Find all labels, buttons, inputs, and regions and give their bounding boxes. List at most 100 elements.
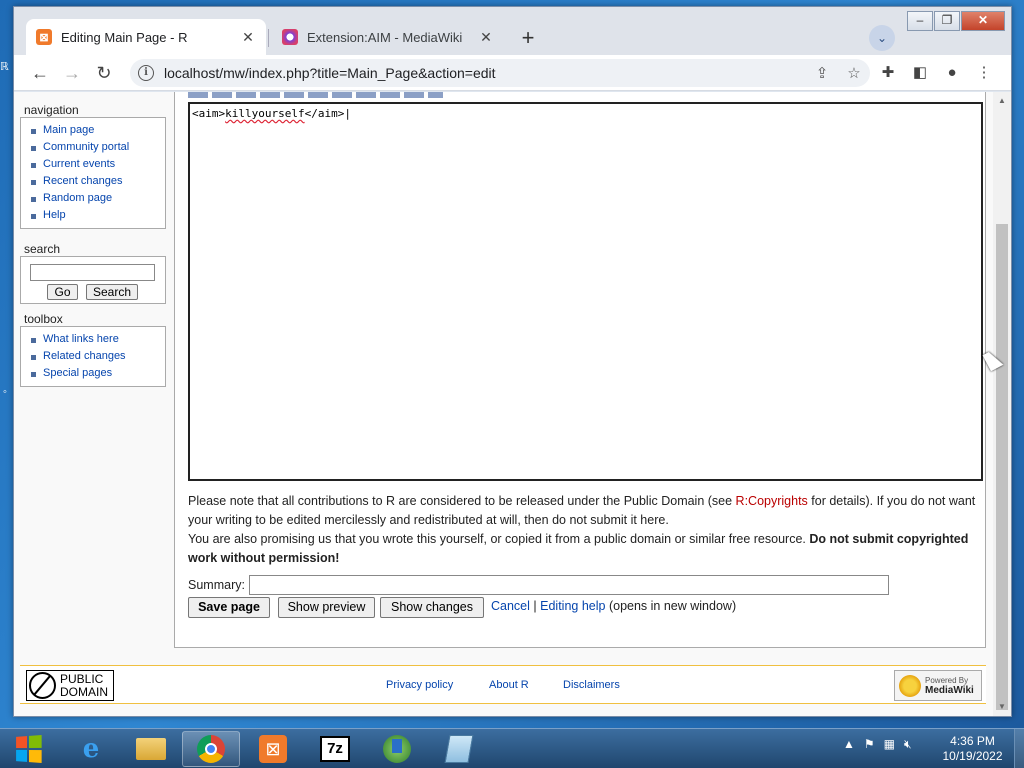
- nav-main-page[interactable]: Main page: [21, 122, 165, 139]
- search-heading: search: [24, 242, 61, 256]
- copyrights-link[interactable]: R:Copyrights: [736, 494, 808, 508]
- windows-taskbar: e ⊠ 7z ▲ ⚑ ▦ 🔇︎ 4:36 PM 10/19/2022: [0, 728, 1024, 768]
- go-button[interactable]: Go: [47, 284, 78, 300]
- wikitext-editor[interactable]: <aim>killyourself</aim>|: [188, 102, 983, 481]
- pd-line1: PUBLIC: [60, 671, 104, 686]
- menu-kebab-icon[interactable]: ⋮: [974, 63, 994, 83]
- system-clock[interactable]: 4:36 PM 10/19/2022: [935, 734, 1010, 764]
- editing-help-link[interactable]: Editing help: [540, 599, 605, 613]
- search-portlet: Go Search: [20, 256, 166, 304]
- back-arrow-icon[interactable]: ←: [28, 61, 52, 85]
- scroll-down-arrow-icon[interactable]: ▼: [993, 698, 1011, 716]
- browser-toolbar: ← → ↻ i localhost/mw/index.php?title=Mai…: [14, 55, 1011, 91]
- tab-editing-main-page[interactable]: ⊠ Editing Main Page - R ✕: [26, 19, 266, 55]
- 7zip-icon[interactable]: 7z: [306, 731, 364, 767]
- page-footer: PUBLIC DOMAIN Privacy policy About R Disc…: [20, 665, 986, 704]
- close-window-button[interactable]: ✕: [961, 11, 1005, 31]
- mediawiki-sunflower-icon: [899, 674, 921, 697]
- tab-extension-aim[interactable]: Extension:AIM - MediaWiki ✕: [272, 19, 504, 55]
- nav-help[interactable]: Help: [21, 207, 165, 224]
- show-hidden-icons-icon[interactable]: ▲: [843, 737, 855, 752]
- search-button[interactable]: Search: [86, 284, 138, 300]
- side-panel-icon[interactable]: ◧: [910, 63, 930, 83]
- close-tab-icon[interactable]: ✕: [240, 29, 256, 46]
- maximize-button[interactable]: ❐: [934, 11, 960, 31]
- notice-text: Please note that all contributions to R …: [188, 494, 736, 508]
- bookmark-star-icon[interactable]: ☆: [838, 64, 870, 82]
- tab-strip: ⊠ Editing Main Page - R ✕ Extension:AIM …: [14, 7, 1011, 55]
- disclaimers-link[interactable]: Disclaimers: [563, 679, 620, 691]
- scroll-thumb[interactable]: [996, 224, 1008, 710]
- desktop-fragment: ◦: [3, 386, 7, 398]
- edit-links: Cancel | Editing help (opens in new wind…: [491, 599, 736, 613]
- mediawiki-favicon-icon: [282, 29, 298, 45]
- file-explorer-icon[interactable]: [122, 731, 180, 767]
- start-button[interactable]: [2, 730, 54, 768]
- editor-text-open-tag: <aim>: [192, 107, 226, 120]
- download-manager-icon[interactable]: [368, 731, 426, 767]
- chrome-icon[interactable]: [182, 731, 240, 767]
- editor-text-body: killyourself: [225, 107, 305, 120]
- save-page-button[interactable]: Save page: [188, 597, 270, 618]
- reload-icon[interactable]: ↻: [92, 61, 116, 85]
- windows-logo-icon: [16, 735, 42, 763]
- xampp-favicon-icon: ⊠: [36, 29, 52, 45]
- toolbox-heading: toolbox: [24, 312, 63, 326]
- close-tab-icon[interactable]: ✕: [478, 29, 494, 46]
- network-icon[interactable]: ▦: [884, 737, 895, 752]
- url-text[interactable]: localhost/mw/index.php?title=Main_Page&a…: [164, 65, 806, 81]
- clock-time: 4:36 PM: [950, 734, 995, 748]
- nav-recent-changes[interactable]: Recent changes: [21, 173, 165, 190]
- editor-text-close-tag: </aim>: [304, 107, 345, 120]
- tab-title: Editing Main Page - R: [61, 29, 188, 45]
- internet-explorer-icon[interactable]: e: [62, 731, 120, 767]
- share-icon[interactable]: ⇪: [806, 64, 838, 82]
- show-preview-button[interactable]: Show preview: [278, 597, 375, 618]
- forward-arrow-icon[interactable]: →: [60, 61, 84, 85]
- tab-search-chevron-icon[interactable]: ⌄: [869, 25, 895, 51]
- site-info-icon[interactable]: i: [138, 65, 154, 81]
- edit-toolbar[interactable]: [188, 92, 443, 98]
- show-changes-button[interactable]: Show changes: [380, 597, 484, 618]
- show-desktop-button[interactable]: [1014, 729, 1024, 768]
- copyright-notice: Please note that all contributions to R …: [188, 492, 978, 568]
- extensions-puzzle-icon[interactable]: ✚: [878, 63, 898, 83]
- nav-community-portal[interactable]: Community portal: [21, 139, 165, 156]
- scroll-up-arrow-icon[interactable]: ▲: [993, 92, 1011, 110]
- privacy-policy-link[interactable]: Privacy policy: [386, 679, 453, 691]
- page-scrollbar[interactable]: ▲ ▼: [993, 92, 1011, 716]
- volume-muted-icon[interactable]: 🔇︎: [904, 737, 912, 752]
- tab-separator: [268, 29, 269, 47]
- content-area: <aim>killyourself</aim>| Please note tha…: [174, 92, 986, 648]
- public-domain-icon: [29, 672, 56, 699]
- mw-small: Powered By: [925, 675, 969, 685]
- tool-special-pages[interactable]: Special pages: [21, 365, 165, 382]
- pd-line2: DOMAIN: [60, 684, 108, 699]
- xampp-icon[interactable]: ⊠: [244, 731, 302, 767]
- search-input[interactable]: [30, 264, 155, 281]
- text-cursor: |: [344, 107, 351, 120]
- new-tab-button[interactable]: +: [514, 25, 542, 53]
- summary-label: Summary:: [188, 578, 245, 592]
- tool-related-changes[interactable]: Related changes: [21, 348, 165, 365]
- nav-current-events[interactable]: Current events: [21, 156, 165, 173]
- toolbox-portlet: What links here Related changes Special …: [20, 326, 166, 387]
- powered-by-mediawiki-badge[interactable]: Powered By MediaWiki: [894, 670, 982, 701]
- navigation-heading: navigation: [24, 103, 79, 117]
- summary-input[interactable]: [249, 575, 889, 595]
- action-center-flag-icon[interactable]: ⚑: [864, 737, 875, 752]
- wiki-page: navigation Main page Community portal Cu…: [14, 92, 993, 716]
- address-bar[interactable]: i localhost/mw/index.php?title=Main_Page…: [130, 59, 870, 87]
- navigation-portlet: Main page Community portal Current event…: [20, 117, 166, 229]
- nav-random-page[interactable]: Random page: [21, 190, 165, 207]
- mw-big: MediaWiki: [925, 684, 974, 696]
- public-domain-logo[interactable]: PUBLIC DOMAIN: [26, 670, 114, 701]
- notepad-icon[interactable]: [430, 731, 488, 767]
- notice-text: You are also promising us that you wrote…: [188, 532, 810, 546]
- cancel-link[interactable]: Cancel: [491, 599, 530, 613]
- tool-what-links-here[interactable]: What links here: [21, 331, 165, 348]
- minimize-button[interactable]: –: [907, 11, 933, 31]
- about-link[interactable]: About R: [489, 679, 529, 691]
- profile-avatar-icon[interactable]: ●: [942, 63, 962, 83]
- browser-window: ⊠ Editing Main Page - R ✕ Extension:AIM …: [13, 6, 1012, 717]
